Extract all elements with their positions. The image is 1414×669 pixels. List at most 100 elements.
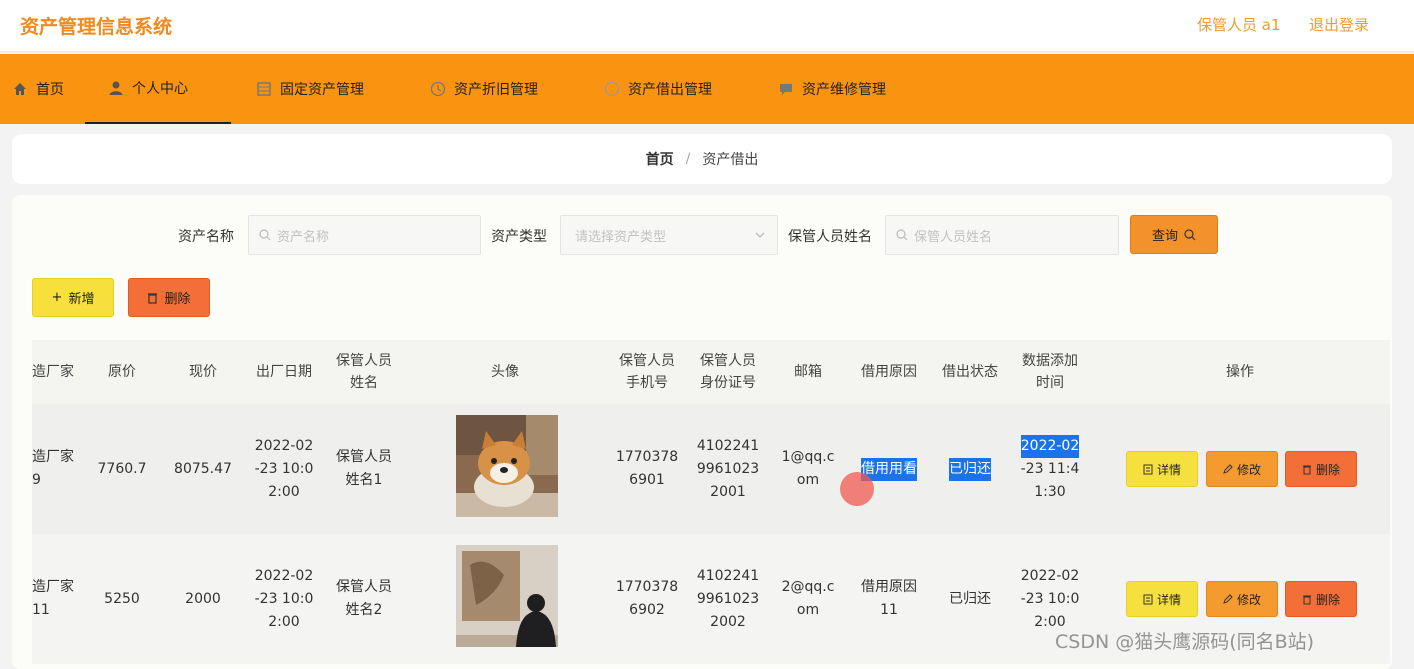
detail-button[interactable]: 详情 bbox=[1126, 581, 1198, 617]
edit-icon bbox=[1223, 464, 1233, 474]
edit-button[interactable]: 修改 bbox=[1206, 451, 1278, 487]
nav-item-label: 固定资产管理 bbox=[280, 82, 364, 98]
trash-icon bbox=[1302, 465, 1311, 474]
breadcrumb-home[interactable]: 首页 bbox=[646, 149, 674, 169]
search-icon bbox=[896, 229, 908, 241]
detail-button[interactable]: 详情 bbox=[1126, 451, 1198, 487]
logout-link[interactable]: 退出登录 bbox=[1309, 14, 1369, 35]
nav-item-repair[interactable]: 资产维修管理 bbox=[778, 54, 886, 124]
nav-item-label: 个人中心 bbox=[132, 81, 188, 97]
nav-item-label: 资产折旧管理 bbox=[454, 82, 538, 98]
col-current-price: 现价 bbox=[189, 364, 217, 380]
cell-added-time: 2022-02 -23 11:4 1:30 bbox=[1010, 404, 1090, 534]
cell-phone: 1770378 6901 bbox=[615, 449, 679, 488]
asset-name-placeholder: 资产名称 bbox=[277, 229, 330, 245]
nav-item-home[interactable]: 首页 bbox=[12, 54, 64, 124]
asset-name-input[interactable]: 资产名称 bbox=[248, 215, 481, 255]
col-phone: 保管人员 手机号 bbox=[619, 353, 675, 391]
cell-factory-date: 2022-02 -23 10:0 2:00 bbox=[254, 567, 314, 630]
nav-item-depreciation[interactable]: 资产折旧管理 bbox=[430, 54, 538, 124]
delete-button-label: 删除 bbox=[164, 292, 191, 307]
nav-item-lending[interactable]: 资产借出管理 bbox=[604, 54, 712, 124]
cell-phone: 1770378 6902 bbox=[615, 579, 679, 618]
row-delete-button-label: 删除 bbox=[1315, 462, 1340, 477]
main-nav: 首页 个人中心 固定资产管理 资产折旧管理 资产借出管理 资产维修管理 bbox=[0, 54, 1414, 124]
cell-factory-date: 2022-02 -23 10:0 2:00 bbox=[254, 437, 314, 500]
col-keeper-name: 保管人员 姓名 bbox=[336, 353, 392, 391]
detail-button-label: 详情 bbox=[1156, 462, 1181, 477]
breadcrumb-current: 资产借出 bbox=[702, 152, 759, 168]
col-status: 借出状态 bbox=[942, 364, 998, 380]
cell-id-number: 4102241 9961023 2002 bbox=[696, 567, 760, 630]
asset-type-label: 资产类型 bbox=[491, 229, 547, 245]
nav-item-fixed-assets[interactable]: 固定资产管理 bbox=[256, 54, 364, 124]
cell-status: 已归还 bbox=[949, 590, 991, 607]
home-icon bbox=[12, 81, 28, 97]
col-manufacturer: 造厂家 bbox=[32, 364, 74, 380]
edit-icon bbox=[1223, 594, 1233, 604]
avatar[interactable] bbox=[456, 545, 558, 647]
cell-manufacturer: 造厂家 11 bbox=[32, 579, 74, 618]
col-added-time: 数据添加 时间 bbox=[1022, 353, 1078, 391]
keeper-name-placeholder: 保管人员姓名 bbox=[914, 229, 993, 245]
user-icon bbox=[108, 80, 124, 96]
col-actions: 操作 bbox=[1226, 364, 1254, 380]
nav-item-label: 资产借出管理 bbox=[628, 82, 712, 98]
cell-status: 已归还 bbox=[930, 404, 1010, 534]
shiba-dog-photo bbox=[456, 415, 558, 517]
col-email: 邮箱 bbox=[794, 364, 822, 380]
asset-type-placeholder: 请选择资产类型 bbox=[575, 229, 667, 245]
cell-id-number: 4102241 9961023 2001 bbox=[696, 437, 760, 500]
asset-type-select[interactable]: 请选择资产类型 bbox=[560, 215, 778, 255]
add-button-label: 新增 bbox=[68, 292, 95, 307]
detail-button-label: 详情 bbox=[1156, 592, 1181, 607]
row-delete-button[interactable]: 删除 bbox=[1285, 451, 1357, 487]
cell-reason: 借用原因 11 bbox=[861, 579, 917, 618]
cell-current-price: 2000 bbox=[185, 590, 221, 607]
add-button[interactable]: + 新增 bbox=[32, 278, 114, 317]
plus-icon: + bbox=[51, 290, 63, 305]
cell-email: 1@qq.c om bbox=[781, 449, 835, 488]
cell-current-price: 8075.47 bbox=[174, 460, 232, 477]
row-delete-button-label: 删除 bbox=[1315, 592, 1340, 607]
trash-icon bbox=[1302, 595, 1311, 604]
current-user[interactable]: 保管人员 a1 bbox=[1197, 14, 1281, 35]
row-delete-button[interactable]: 删除 bbox=[1285, 581, 1357, 617]
nav-item-profile[interactable]: 个人中心 bbox=[85, 54, 231, 124]
grid-icon bbox=[256, 81, 272, 97]
col-avatar: 头像 bbox=[491, 364, 519, 380]
cell-status-text: 已归还 bbox=[949, 457, 991, 481]
cell-added-time-rest: -23 11:4 1:30 bbox=[1020, 460, 1080, 500]
edit-button[interactable]: 修改 bbox=[1206, 581, 1278, 617]
cell-keeper-name: 保管人员 姓名2 bbox=[336, 579, 392, 618]
person-photo bbox=[456, 545, 558, 647]
cell-reason: 借用用看 bbox=[848, 404, 930, 534]
app-title: 资产管理信息系统 bbox=[20, 16, 173, 38]
query-button[interactable]: 查询 bbox=[1130, 215, 1218, 254]
cell-keeper-name: 保管人员 姓名1 bbox=[336, 449, 392, 488]
cell-original-price: 7760.7 bbox=[97, 460, 147, 477]
chat-icon bbox=[778, 81, 794, 97]
document-icon bbox=[1143, 594, 1153, 604]
asset-name-label: 资产名称 bbox=[178, 229, 234, 245]
click-indicator bbox=[840, 472, 874, 506]
col-original-price: 原价 bbox=[108, 364, 136, 380]
circle-icon bbox=[604, 81, 620, 97]
search-icon bbox=[259, 229, 271, 241]
watermark: CSDN @猫头鹰源码(同名B站) bbox=[1055, 631, 1315, 653]
keeper-name-input[interactable]: 保管人员姓名 bbox=[885, 215, 1119, 255]
breadcrumb-separator: / bbox=[685, 151, 691, 167]
chevron-down-icon bbox=[755, 232, 765, 238]
avatar[interactable] bbox=[456, 415, 558, 517]
breadcrumb: 首页 / 资产借出 bbox=[12, 134, 1392, 184]
cell-email: 2@qq.c om bbox=[781, 579, 835, 618]
cell-original-price: 5250 bbox=[104, 590, 140, 607]
nav-item-label: 首页 bbox=[36, 82, 64, 98]
col-id-number: 保管人员 身份证号 bbox=[700, 353, 756, 391]
document-icon bbox=[1143, 464, 1153, 474]
edit-button-label: 修改 bbox=[1236, 592, 1261, 607]
table-row: 造厂家 9 7760.7 8075.47 2022-02 -23 10:0 2:… bbox=[32, 404, 1390, 534]
delete-button[interactable]: 删除 bbox=[128, 278, 210, 317]
edit-button-label: 修改 bbox=[1236, 462, 1261, 477]
nav-item-label: 资产维修管理 bbox=[802, 82, 886, 98]
